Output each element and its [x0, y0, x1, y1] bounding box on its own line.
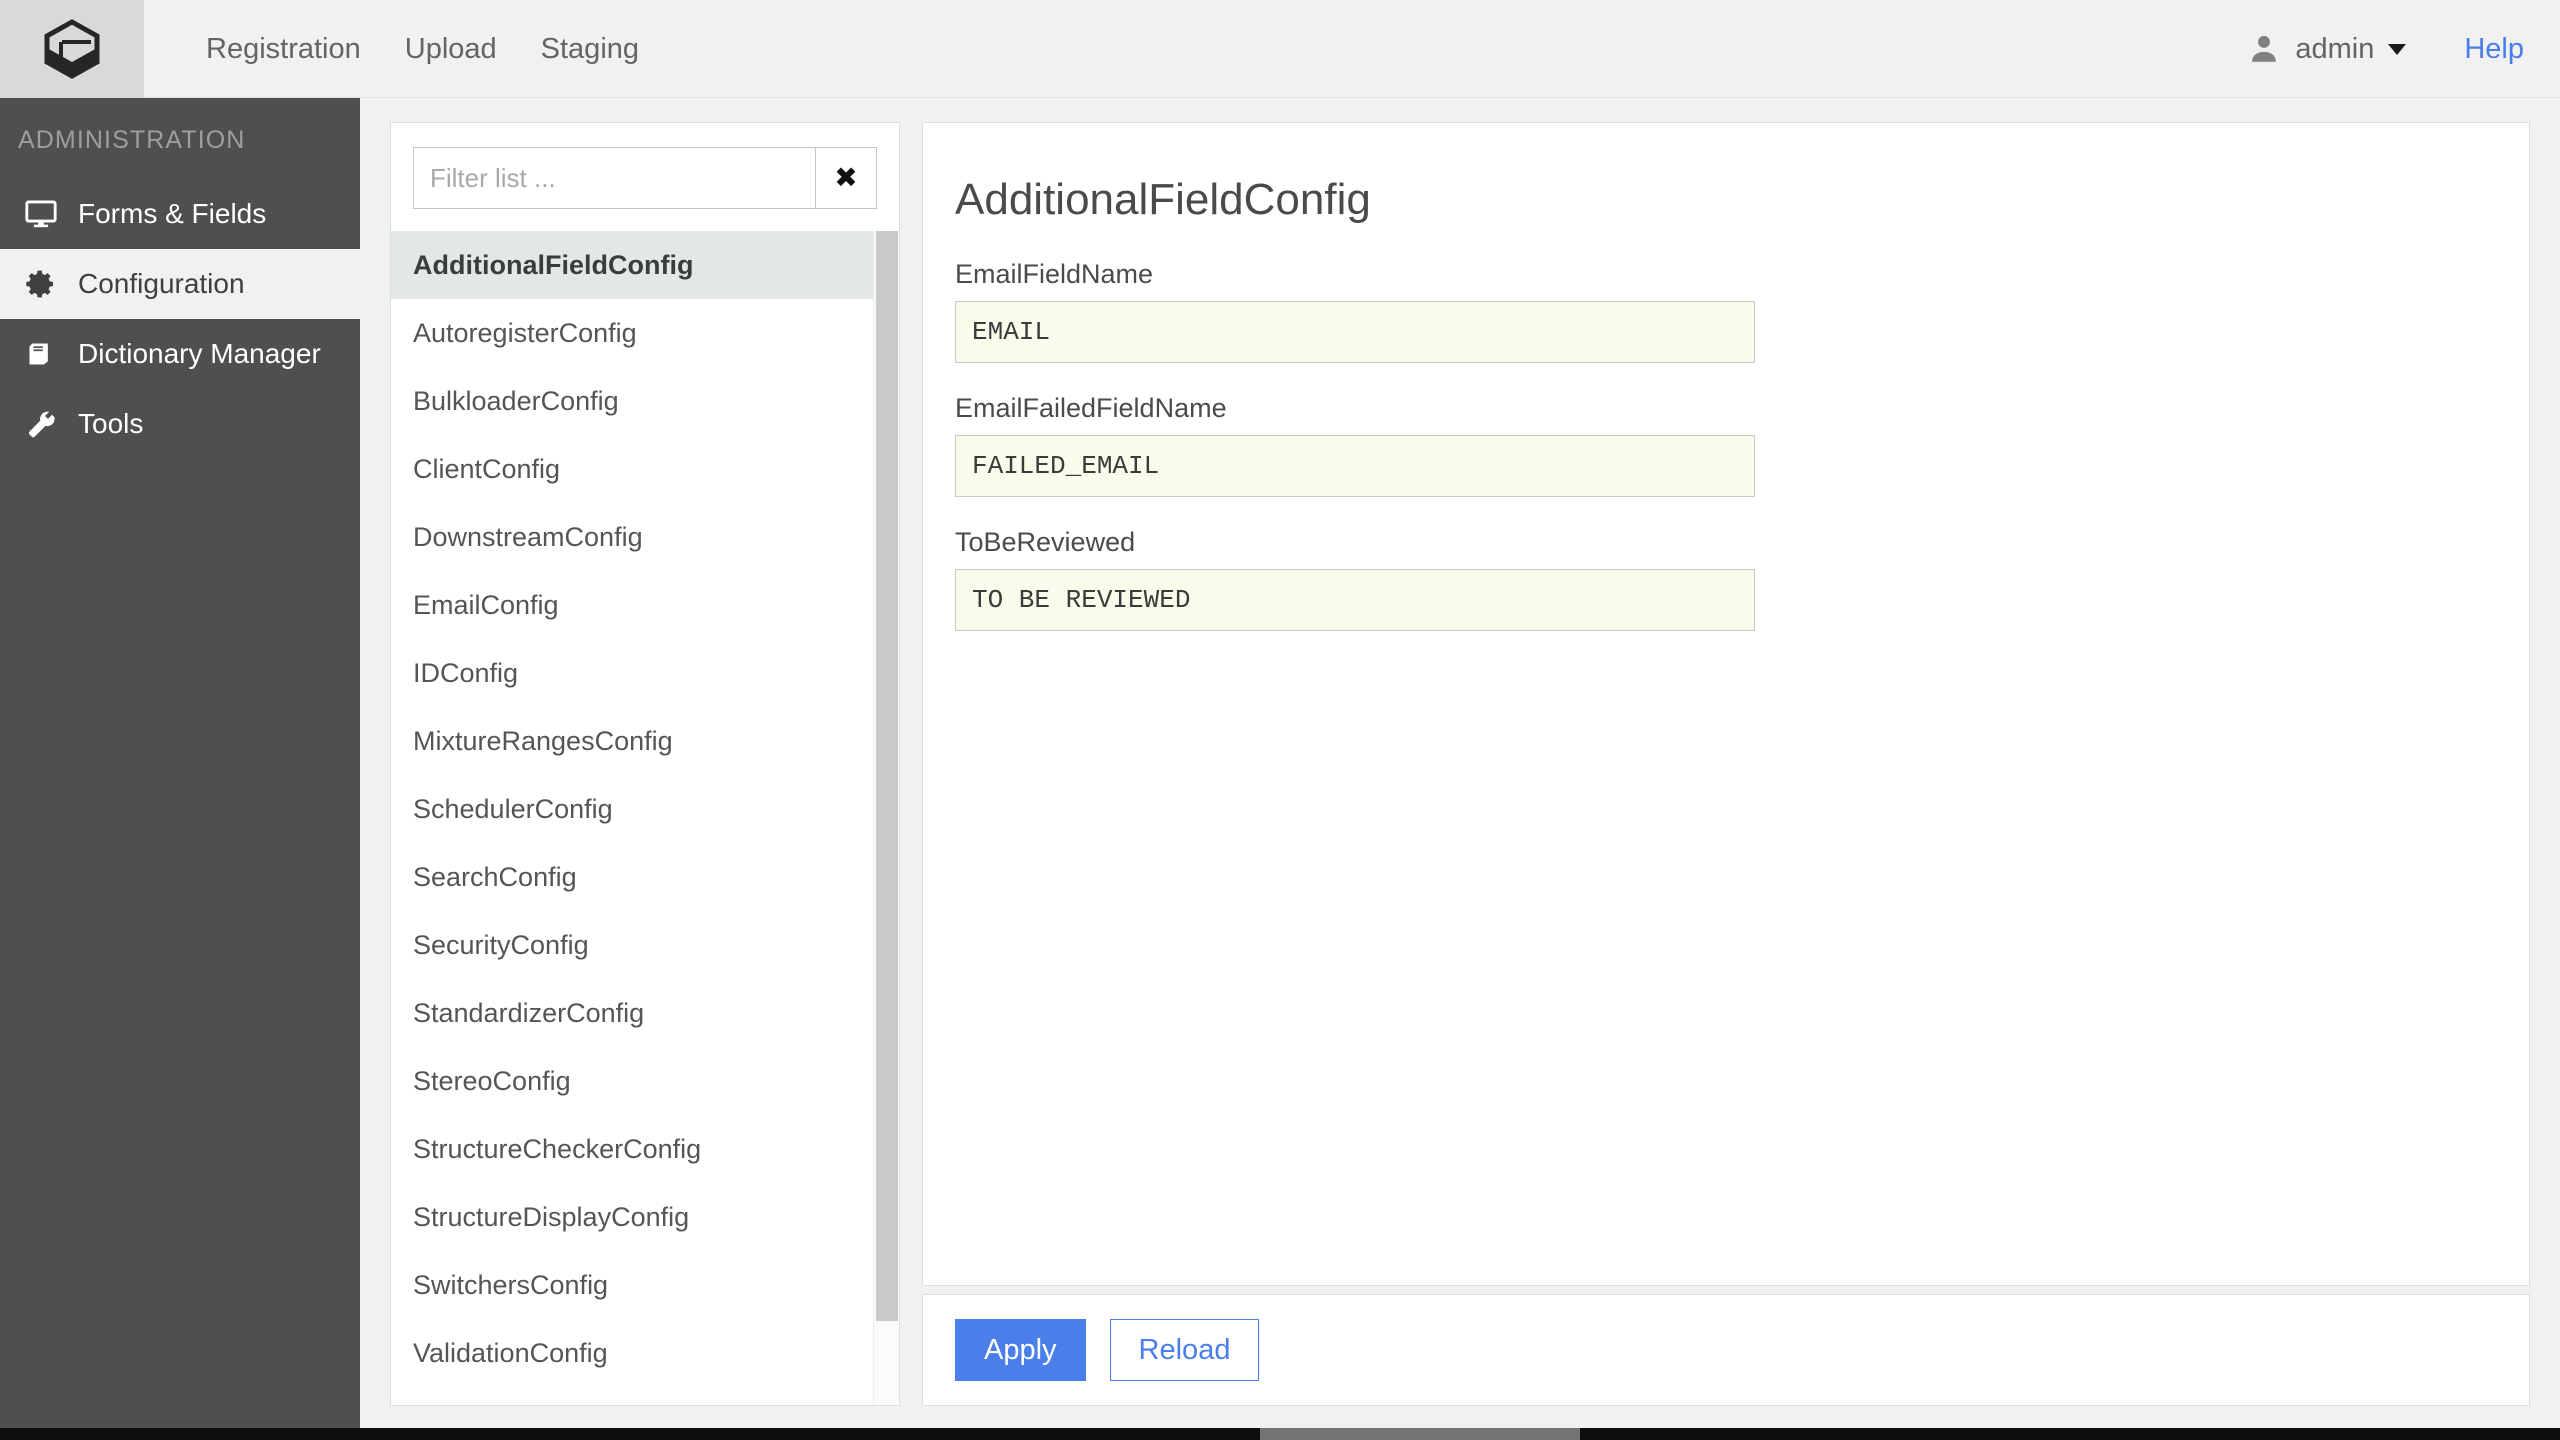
field-group-email-failed-field-name: EmailFailedFieldName: [955, 393, 2497, 497]
close-x-icon[interactable]: ✖: [815, 147, 877, 209]
list-item[interactable]: StereoConfig: [391, 1047, 873, 1115]
admin-sidebar: ADMINISTRATION Forms & Fields Configurat…: [0, 98, 360, 1432]
sidebar-label-tools: Tools: [78, 408, 143, 440]
page-title: AdditionalFieldConfig: [923, 123, 2529, 225]
field-label-to-be-reviewed: ToBeReviewed: [955, 527, 2497, 558]
list-item[interactable]: AdditionalFieldConfig: [391, 231, 873, 299]
list-item[interactable]: MixtureRangesConfig: [391, 707, 873, 775]
header-right-cluster: admin Help: [2233, 0, 2560, 98]
form-action-bar: Apply Reload: [922, 1294, 2530, 1406]
list-item[interactable]: SwitchersConfig: [391, 1251, 873, 1319]
list-item[interactable]: ClientConfig: [391, 435, 873, 503]
page-horizontal-scrollbar-thumb[interactable]: [1260, 1428, 1580, 1440]
caret-down-icon: [2388, 44, 2406, 55]
field-label-email-failed-field-name: EmailFailedFieldName: [955, 393, 2497, 424]
nav-item-staging[interactable]: Staging: [519, 0, 661, 98]
field-group-to-be-reviewed: ToBeReviewed: [955, 527, 2497, 631]
list-item[interactable]: StructureDisplayConfig: [391, 1183, 873, 1251]
config-list-panel: ✖ AdditionalFieldConfig AutoregisterConf…: [390, 122, 900, 1406]
sidebar-item-dictionary-manager[interactable]: Dictionary Manager: [0, 319, 360, 389]
gear-icon: [22, 265, 60, 303]
list-item[interactable]: SchedulerConfig: [391, 775, 873, 843]
filter-list-input[interactable]: [413, 147, 815, 209]
sidebar-item-tools[interactable]: Tools: [0, 389, 360, 459]
field-label-email-field-name: EmailFieldName: [955, 259, 2497, 290]
field-group-email-field-name: EmailFieldName: [955, 259, 2497, 363]
apply-button[interactable]: Apply: [955, 1319, 1086, 1381]
person-icon: [2247, 32, 2281, 66]
sidebar-label-configuration: Configuration: [78, 268, 245, 300]
configuration-list[interactable]: AdditionalFieldConfig AutoregisterConfig…: [391, 231, 873, 1405]
email-field-name-input[interactable]: [955, 301, 1755, 363]
sidebar-item-configuration[interactable]: Configuration: [0, 249, 360, 319]
to-be-reviewed-input[interactable]: [955, 569, 1755, 631]
config-detail-panel: AdditionalFieldConfig EmailFieldName Ema…: [922, 122, 2530, 1286]
list-item[interactable]: ValidationConfig: [391, 1319, 873, 1387]
main-navigation: Registration Upload Staging: [144, 0, 661, 98]
list-item[interactable]: IDConfig: [391, 639, 873, 707]
list-item[interactable]: StructureCheckerConfig: [391, 1115, 873, 1183]
filter-row: ✖: [391, 123, 899, 231]
list-item[interactable]: EmailConfig: [391, 571, 873, 639]
top-header-bar: Registration Upload Staging admin Help: [0, 0, 2560, 98]
book-icon: [22, 335, 60, 373]
list-item[interactable]: AutoregisterConfig: [391, 299, 873, 367]
sidebar-label-forms-and-fields: Forms & Fields: [78, 198, 266, 230]
sidebar-section-title: ADMINISTRATION: [0, 98, 360, 179]
page-horizontal-scrollbar[interactable]: [0, 1428, 2560, 1440]
nav-item-registration[interactable]: Registration: [184, 0, 383, 98]
sidebar-item-forms-and-fields[interactable]: Forms & Fields: [0, 179, 360, 249]
user-name-label: admin: [2295, 33, 2374, 66]
config-list-scrollbar-thumb[interactable]: [876, 231, 898, 1321]
sidebar-label-dictionary-manager: Dictionary Manager: [78, 338, 321, 370]
config-list-scrollbar[interactable]: [873, 231, 899, 1405]
list-item[interactable]: SecurityConfig: [391, 911, 873, 979]
help-link[interactable]: Help: [2464, 33, 2524, 66]
email-failed-field-name-input[interactable]: [955, 435, 1755, 497]
list-item[interactable]: BulkloaderConfig: [391, 367, 873, 435]
list-item[interactable]: SearchConfig: [391, 843, 873, 911]
list-item[interactable]: DownstreamConfig: [391, 503, 873, 571]
list-item[interactable]: StandardizerConfig: [391, 979, 873, 1047]
nav-item-upload[interactable]: Upload: [383, 0, 519, 98]
user-menu-button[interactable]: admin: [2233, 32, 2420, 66]
wrench-icon: [22, 405, 60, 443]
cube-logo-icon: [41, 18, 103, 80]
app-logo[interactable]: [0, 0, 144, 98]
config-form: EmailFieldName EmailFailedFieldName ToBe…: [923, 225, 2529, 631]
reload-button[interactable]: Reload: [1110, 1319, 1260, 1381]
monitor-icon: [22, 195, 60, 233]
